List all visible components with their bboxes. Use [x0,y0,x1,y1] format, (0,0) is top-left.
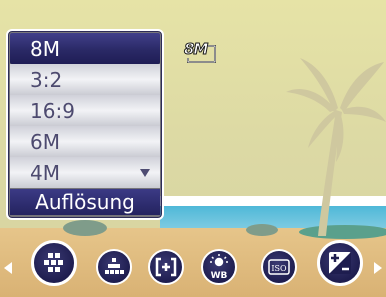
svg-text:ISO: ISO [271,264,287,273]
menu-item-8m[interactable]: 8M [10,33,160,64]
menu-item-16-9[interactable]: 16:9 [10,95,160,126]
iso-icon[interactable]: ISO [261,249,297,285]
svg-text:WB: WB [211,271,228,281]
menu-title: Auflösung [10,189,160,215]
menu-item-6m[interactable]: 6M [10,126,160,157]
menu-item-3-2[interactable]: 3:2 [10,64,160,95]
camera-screen: 8M 3:2 16:9 6M 4M Auflösung 8M WB ISO [0,0,386,297]
function-icon-bar: WB ISO [0,232,386,297]
resolution-indicator: 8M [183,40,218,64]
resolution-menu: 8M 3:2 16:9 6M 4M Auflösung [6,29,164,220]
menu-item-4m[interactable]: 4M [10,157,160,188]
white-balance-icon[interactable]: WB [201,249,237,285]
focus-frame-icon[interactable] [148,249,184,285]
exposure-compensation-icon[interactable] [317,240,363,286]
resolution-icon[interactable] [31,240,77,286]
scroll-down-arrow-icon[interactable] [140,169,150,177]
scroll-left-arrow-icon[interactable] [4,262,12,274]
scroll-right-arrow-icon[interactable] [374,262,382,274]
quality-icon[interactable] [96,249,132,285]
